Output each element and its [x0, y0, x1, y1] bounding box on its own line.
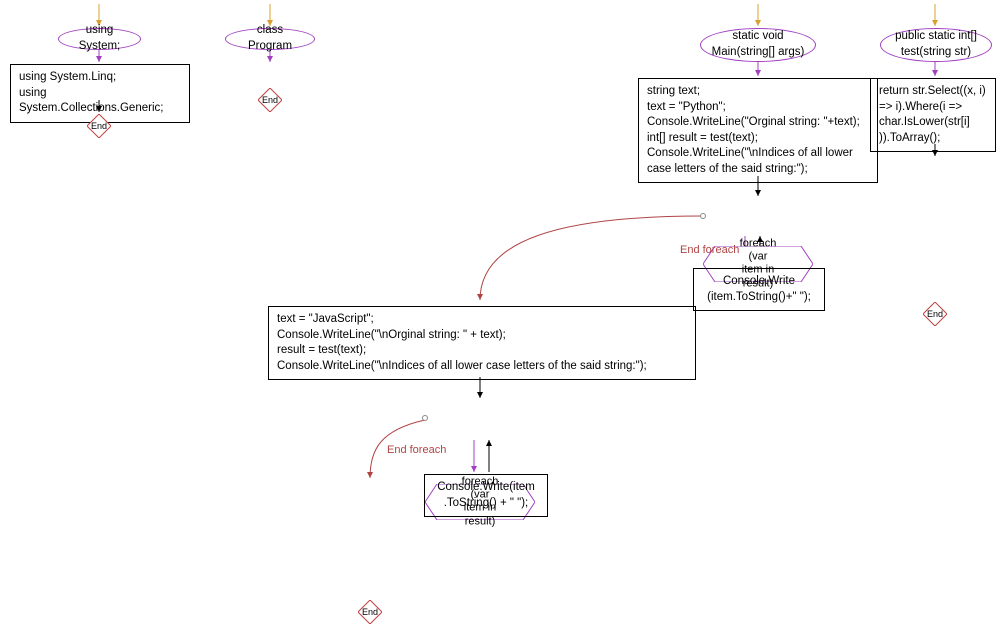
- label-end-foreach-2: End foreach: [387, 444, 446, 456]
- ellipse-label: static void Main(string[] args): [712, 29, 805, 60]
- rect-test-body: return str.Select((x, i) => i).Where(i =…: [870, 78, 996, 152]
- ellipse-class-program: class Program: [225, 28, 315, 50]
- label-end-foreach-1: End foreach: [680, 244, 739, 256]
- ellipse-label: class Program: [236, 23, 304, 54]
- rect-console-write-2: Console.Write(item .ToString() + " ");: [424, 474, 548, 517]
- end-diamond-1: End: [87, 114, 111, 138]
- ellipse-label: public static int[] test(string str): [895, 29, 977, 60]
- end-diamond-2: End: [258, 88, 282, 112]
- rect-console-write-1: Console.Write (item.ToString()+" ");: [693, 268, 825, 311]
- hex1-left-port: [700, 213, 706, 219]
- rect-main-body: string text; text = "Python"; Console.Wr…: [638, 78, 878, 183]
- hex2-left-port: [422, 415, 428, 421]
- ellipse-test-fn: public static int[] test(string str): [880, 28, 992, 62]
- ellipse-label: using System;: [69, 23, 130, 54]
- ellipse-main: static void Main(string[] args): [700, 28, 816, 62]
- ellipse-using-system: using System;: [58, 28, 141, 50]
- rect-javascript-block: text = "JavaScript"; Console.WriteLine("…: [268, 306, 696, 380]
- end-diamond-4: End: [923, 302, 947, 326]
- end-diamond-3: End: [358, 600, 382, 624]
